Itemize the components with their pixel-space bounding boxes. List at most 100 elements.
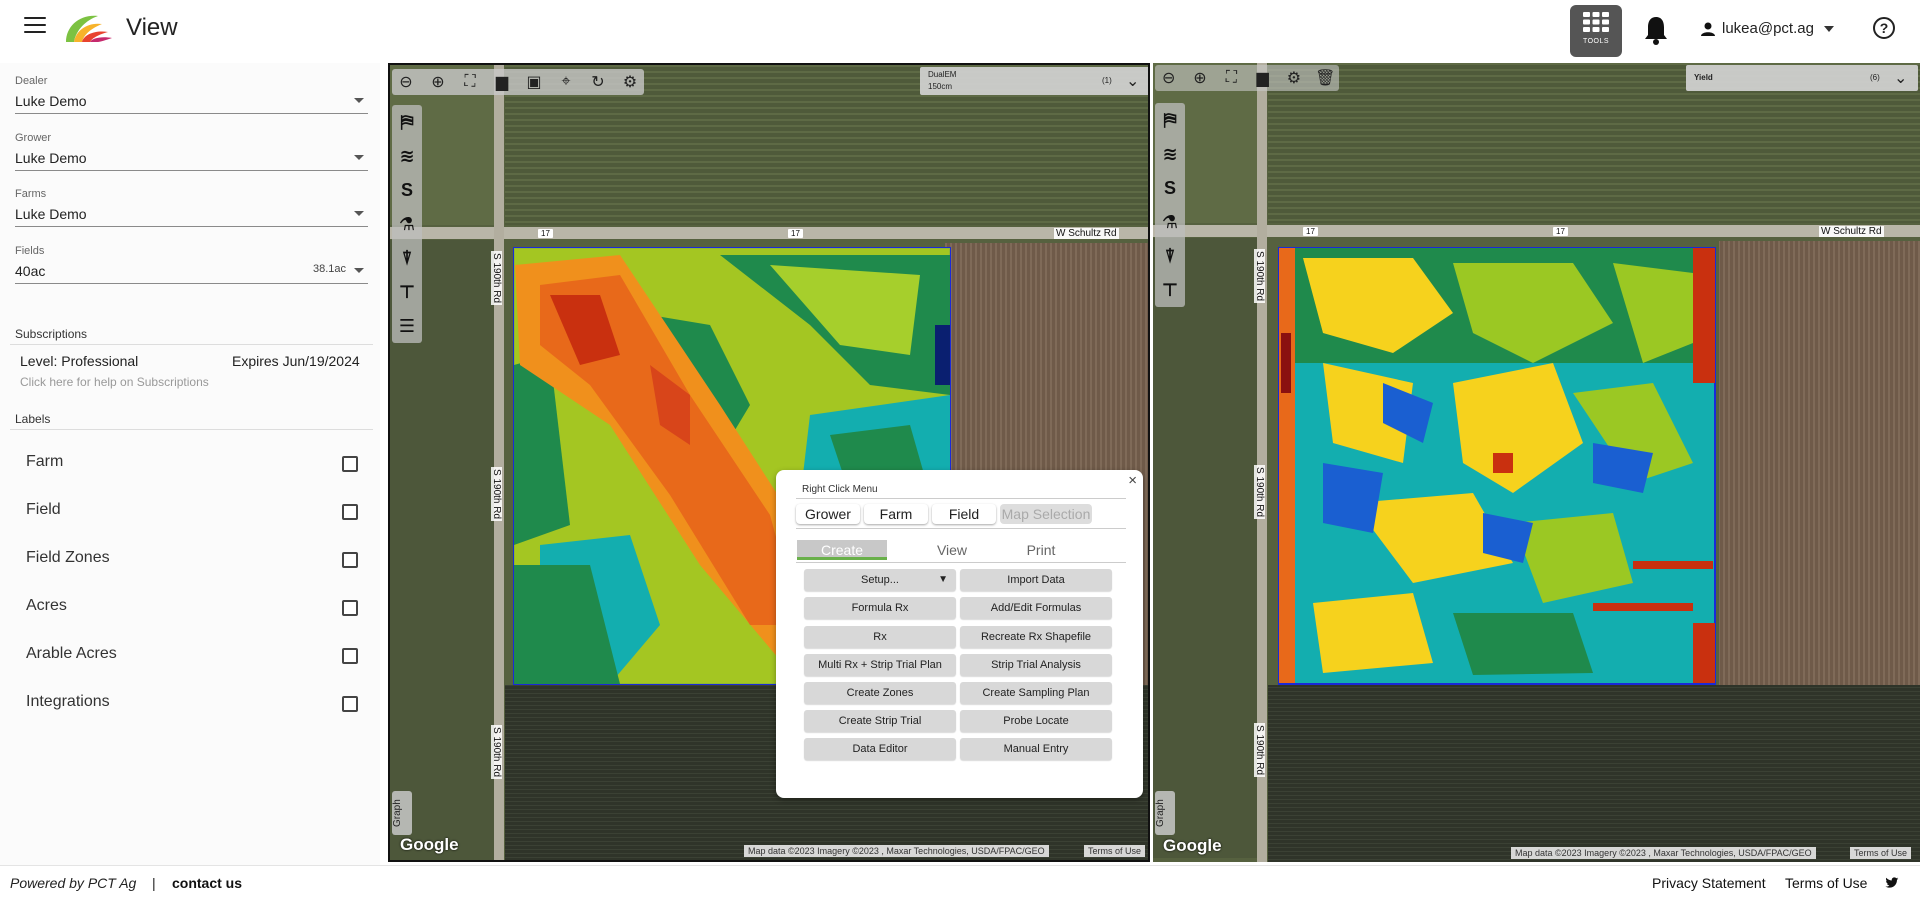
- recreate-rx-shapefile-button[interactable]: Recreate Rx Shapefile: [960, 626, 1112, 648]
- formula-rx-button[interactable]: Formula Rx: [804, 597, 956, 619]
- tank-icon[interactable]: ⊤: [394, 279, 420, 305]
- target-grower-button[interactable]: Grower: [796, 504, 860, 524]
- map-terms-link[interactable]: Terms of Use: [1850, 847, 1912, 859]
- soil-icon[interactable]: S: [1157, 175, 1183, 201]
- dealer-select[interactable]: Dealer Luke Demo: [15, 75, 368, 114]
- trash-icon[interactable]: 🗑: [1312, 66, 1339, 90]
- settings-icon[interactable]: ⚙: [1280, 66, 1307, 90]
- app-header: View TOOLS lukea@pct.ag ?: [0, 0, 1920, 57]
- target-map-selection-button[interactable]: Map Selection: [1000, 504, 1092, 524]
- tab-create[interactable]: Create: [797, 540, 887, 560]
- graph-tab[interactable]: Graph: [392, 791, 412, 835]
- briefcase-icon[interactable]: ▆: [1249, 66, 1276, 90]
- multi-rx-strip-trial-button[interactable]: Multi Rx + Strip Trial Plan: [804, 654, 956, 676]
- farms-select[interactable]: Farms Luke Demo: [15, 188, 368, 227]
- probe-locate-button[interactable]: Probe Locate: [960, 710, 1112, 732]
- layer-name: Yield: [1694, 73, 1713, 82]
- map-attribution: Map data ©2023 Imagery ©2023 , Maxar Tec…: [744, 845, 1049, 857]
- terms-of-use-link[interactable]: Terms of Use: [1785, 875, 1867, 891]
- map-terms-link[interactable]: Terms of Use: [1084, 845, 1146, 857]
- screenshot-icon[interactable]: ▣: [520, 70, 548, 94]
- label-integrations[interactable]: Integrations: [26, 693, 358, 717]
- road-label: S 190th Rd: [1254, 249, 1265, 304]
- tab-view[interactable]: View: [907, 540, 997, 560]
- map-left-side-tools: ⛿ ≋ S ⚗ ⍒ ⊤ ☰: [392, 105, 422, 343]
- divider: [10, 429, 373, 430]
- import-data-button[interactable]: Import Data: [960, 569, 1112, 591]
- flask-icon[interactable]: ⚗: [394, 211, 420, 237]
- fullscreen-icon[interactable]: ⛶: [1218, 66, 1245, 90]
- probe-icon[interactable]: ⍒: [394, 245, 420, 271]
- app-logo: [66, 15, 112, 42]
- checkbox[interactable]: [342, 600, 358, 616]
- fields-select[interactable]: Fields 40ac 38.1ac: [15, 245, 368, 284]
- list-icon[interactable]: ☰: [394, 313, 420, 339]
- briefcase-icon[interactable]: ▆: [488, 70, 516, 94]
- target-field-button[interactable]: Field: [932, 504, 996, 524]
- route-badge: 17: [788, 229, 803, 238]
- label-field[interactable]: Field: [26, 501, 358, 525]
- create-sampling-plan-button[interactable]: Create Sampling Plan: [960, 682, 1112, 704]
- rx-button[interactable]: Rx: [804, 626, 956, 648]
- checkbox[interactable]: [342, 648, 358, 664]
- crosshair-icon[interactable]: ⌖: [552, 70, 580, 94]
- right-click-menu: × Right Click Menu Grower Farm Field Map…: [776, 470, 1143, 798]
- contact-us-link[interactable]: contact us: [172, 875, 242, 891]
- subscription-help-link[interactable]: Click here for help on Subscriptions: [20, 375, 209, 389]
- label-farm[interactable]: Farm: [26, 453, 358, 477]
- checkbox[interactable]: [342, 696, 358, 712]
- menu-icon[interactable]: [24, 17, 46, 35]
- layer-selector[interactable]: Yield (6) ⌄: [1686, 65, 1918, 91]
- farms-caption: Farms: [15, 188, 47, 200]
- layer-selector[interactable]: DualEM 150cm (1) ⌄: [920, 67, 1148, 95]
- map-layers-icon[interactable]: ⛿: [1157, 107, 1183, 133]
- bell-icon[interactable]: [1641, 14, 1671, 46]
- user-menu[interactable]: lukea@pct.ag: [1700, 20, 1834, 37]
- stack-icon[interactable]: ≋: [1157, 141, 1183, 167]
- create-zones-button[interactable]: Create Zones: [804, 682, 956, 704]
- close-icon[interactable]: ×: [1128, 472, 1137, 489]
- manual-entry-button[interactable]: Manual Entry: [960, 738, 1112, 760]
- zoom-in-icon[interactable]: ⊕: [1186, 66, 1213, 90]
- fullscreen-icon[interactable]: ⛶: [456, 70, 484, 94]
- map-right[interactable]: ⊖ ⊕ ⛶ ▆ ⚙ 🗑 Yield (6) ⌄ ⛿ ≋ S ⚗ ⍒ ⊤ 17 1…: [1153, 63, 1920, 862]
- checkbox[interactable]: [342, 504, 358, 520]
- help-icon[interactable]: ?: [1873, 17, 1895, 39]
- refresh-icon[interactable]: ↻: [584, 70, 612, 94]
- checkbox[interactable]: [342, 552, 358, 568]
- checkbox[interactable]: [342, 456, 358, 472]
- add-edit-formulas-button[interactable]: Add/Edit Formulas: [960, 597, 1112, 619]
- divider: [796, 528, 1126, 529]
- map-layers-icon[interactable]: ⛿: [394, 109, 420, 135]
- settings-icon[interactable]: ⚙: [616, 70, 644, 94]
- caret-down-icon: ▼: [938, 574, 948, 585]
- data-editor-button[interactable]: Data Editor: [804, 738, 956, 760]
- flask-icon[interactable]: ⚗: [1157, 209, 1183, 235]
- twitter-icon[interactable]: [1885, 876, 1899, 890]
- zoom-in-icon[interactable]: ⊕: [424, 70, 452, 94]
- person-icon: [1701, 22, 1715, 36]
- create-strip-trial-button[interactable]: Create Strip Trial: [804, 710, 956, 732]
- chevron-down-icon: [1823, 25, 1834, 32]
- route-badge: 17: [538, 229, 553, 238]
- map-left-toolbar: ⊖ ⊕ ⛶ ▆ ▣ ⌖ ↻ ⚙: [392, 69, 644, 95]
- labels-title: Labels: [15, 412, 51, 426]
- zoom-out-icon[interactable]: ⊖: [1155, 66, 1182, 90]
- target-farm-button[interactable]: Farm: [864, 504, 928, 524]
- label-acres[interactable]: Acres: [26, 597, 358, 621]
- strip-trial-analysis-button[interactable]: Strip Trial Analysis: [960, 654, 1112, 676]
- tank-icon[interactable]: ⊤: [1157, 277, 1183, 303]
- google-logo: Google: [1163, 836, 1222, 855]
- soil-icon[interactable]: S: [394, 177, 420, 203]
- label-arable-acres[interactable]: Arable Acres: [26, 645, 358, 669]
- setup-button[interactable]: Setup... ▼: [804, 569, 956, 591]
- grower-select[interactable]: Grower Luke Demo: [15, 132, 368, 171]
- probe-icon[interactable]: ⍒: [1157, 243, 1183, 269]
- zoom-out-icon[interactable]: ⊖: [392, 70, 420, 94]
- label-field-zones[interactable]: Field Zones: [26, 549, 358, 573]
- stack-icon[interactable]: ≋: [394, 143, 420, 169]
- privacy-statement-link[interactable]: Privacy Statement: [1652, 875, 1766, 891]
- tools-button[interactable]: TOOLS: [1570, 5, 1622, 57]
- graph-tab[interactable]: Graph: [1155, 791, 1175, 835]
- tab-print[interactable]: Print: [996, 540, 1086, 560]
